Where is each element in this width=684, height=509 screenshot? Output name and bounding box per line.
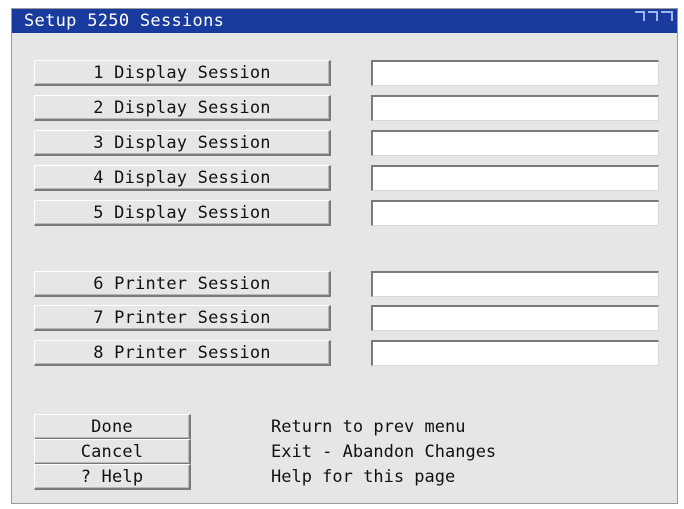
window-title: Setup 5250 Sessions (24, 11, 225, 31)
window-control-icon[interactable] (661, 11, 673, 21)
display-session-5-button[interactable]: 5 Display Session (34, 200, 331, 226)
window-control-icon[interactable] (635, 11, 645, 21)
done-button[interactable]: Done (34, 414, 191, 440)
cancel-description: Exit - Abandon Changes (271, 442, 497, 462)
printer-session-6-button[interactable]: 6 Printer Session (34, 271, 331, 297)
display-session-4-button[interactable]: 4 Display Session (34, 165, 331, 191)
setup-5250-sessions-window: Setup 5250 Sessions 1 Display Session 2 … (11, 8, 678, 504)
display-session-1-button[interactable]: 1 Display Session (34, 60, 331, 86)
printer-session-7-field[interactable] (371, 305, 659, 331)
printer-session-8-button[interactable]: 8 Printer Session (34, 340, 331, 366)
display-session-5-field[interactable] (371, 200, 659, 226)
display-session-1-field[interactable] (371, 60, 659, 86)
window-controls[interactable] (635, 11, 673, 21)
title-bar: Setup 5250 Sessions (12, 9, 677, 33)
display-session-3-button[interactable]: 3 Display Session (34, 130, 331, 156)
printer-session-6-field[interactable] (371, 271, 659, 297)
done-description: Return to prev menu (271, 417, 466, 437)
help-button[interactable]: ? Help (34, 464, 191, 490)
help-description: Help for this page (271, 467, 456, 487)
printer-session-7-button[interactable]: 7 Printer Session (34, 305, 331, 331)
display-session-2-field[interactable] (371, 95, 659, 121)
cancel-button[interactable]: Cancel (34, 439, 191, 465)
display-session-2-button[interactable]: 2 Display Session (34, 95, 331, 121)
display-session-3-field[interactable] (371, 130, 659, 156)
printer-session-8-field[interactable] (371, 340, 659, 366)
window-control-icon[interactable] (648, 11, 658, 21)
display-session-4-field[interactable] (371, 165, 659, 191)
